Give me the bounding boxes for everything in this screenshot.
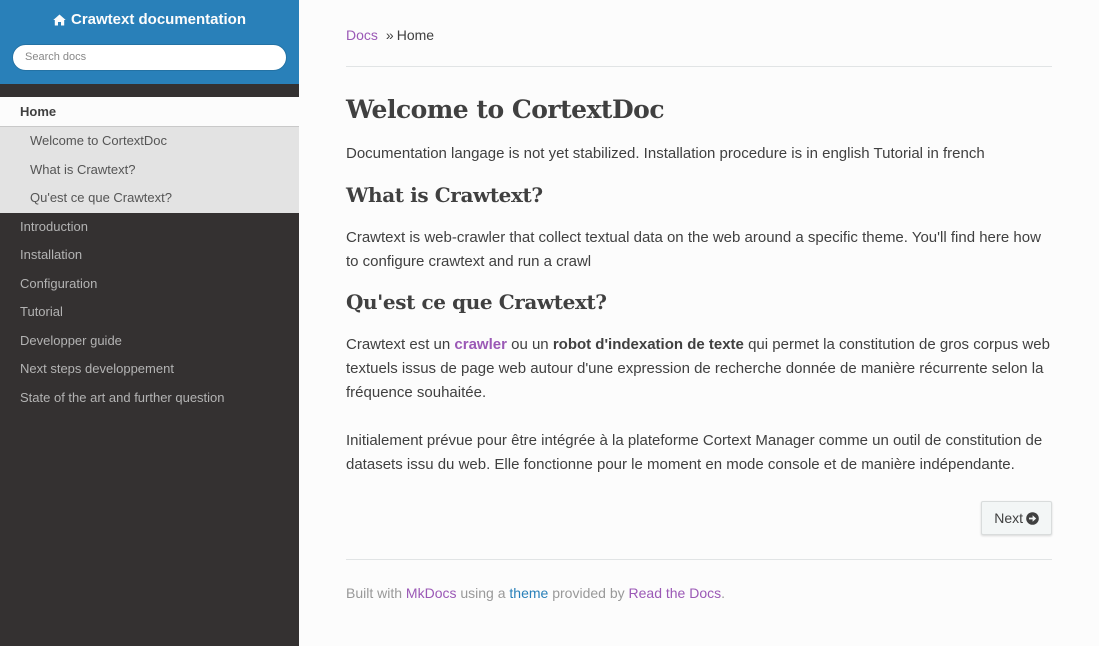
footer-text: Built with [346,585,406,601]
footer: Built with MkDocs using a theme provided… [346,585,1052,602]
intro-paragraph: Documentation langage is not yet stabili… [346,145,985,162]
breadcrumb-separator: » [385,27,394,43]
breadcrumb: Docs » Home [346,27,1052,44]
footer-text: provided by [548,585,629,601]
sidebar-subitem-what-is-crawtext[interactable]: What is Crawtext? [0,156,299,185]
sidebar-item-installation[interactable]: Installation [0,241,299,270]
pager: Next [346,501,1052,535]
footer-text: . [721,585,726,601]
page-title: Welcome to CortextDoc [346,95,665,124]
sidebar-nav: Home Welcome to CortextDoc What is Crawt… [0,97,299,412]
sidebar-subitem-welcome[interactable]: Welcome to CortextDoc [0,127,299,156]
section-quest-ce-que-paragraph-2: Initialement prévue pour être intégrée à… [346,432,1043,473]
sidebar-header: Crawtext documentation [0,0,299,84]
read-the-docs-link[interactable]: Read the Docs [629,585,722,601]
top-divider [346,66,1052,67]
text-segment: Crawtext est un [346,336,455,353]
breadcrumb-current: Home [396,27,435,43]
sidebar: Crawtext documentation Home Welcome to C… [0,0,299,646]
sidebar-item-next-steps[interactable]: Next steps developpement [0,355,299,384]
sidebar-item-configuration[interactable]: Configuration [0,270,299,299]
mkdocs-link[interactable]: MkDocs [406,585,457,601]
arrow-circle-right-icon [1026,511,1039,525]
footer-text: using a [456,585,510,601]
sidebar-item-home[interactable]: Home [0,97,299,127]
sidebar-item-introduction[interactable]: Introduction [0,213,299,242]
site-title-link[interactable]: Crawtext documentation [53,11,246,28]
site-title: Crawtext documentation [70,11,247,28]
text-segment: ou un [506,336,553,353]
sidebar-item-developper-guide[interactable]: Developper guide [0,327,299,356]
main-content: Docs » Home Welcome to CortextDoc Document… [346,0,1052,602]
section-heading-quest-ce-que-crawtext: Qu'est ce que Crawtext? [346,290,607,314]
section-what-is-crawtext-text: Crawtext is web-crawler that collect tex… [346,229,1041,270]
theme-link[interactable]: theme [509,585,548,601]
search-input[interactable] [12,43,287,71]
bottom-divider [346,559,1052,560]
crawler-link[interactable]: crawler [454,336,507,353]
next-button[interactable]: Next [981,501,1052,535]
sidebar-item-tutorial[interactable]: Tutorial [0,298,299,327]
breadcrumb-docs-link[interactable]: Docs [346,27,378,43]
home-icon [53,14,66,25]
next-button-label: Next [994,510,1023,526]
sidebar-subnav: Welcome to CortextDoc What is Crawtext? … [0,127,299,213]
sidebar-subitem-quest-ce-que-crawtext[interactable]: Qu'est ce que Crawtext? [0,184,299,213]
section-heading-what-is-crawtext: What is Crawtext? [346,183,543,207]
bold-term: robot d'indexation de texte [552,336,744,353]
section-quest-ce-que-paragraph-1: Crawtext est un crawler ou un robot d'in… [346,333,1052,405]
sidebar-item-state-of-the-art[interactable]: State of the art and further question [0,384,299,413]
